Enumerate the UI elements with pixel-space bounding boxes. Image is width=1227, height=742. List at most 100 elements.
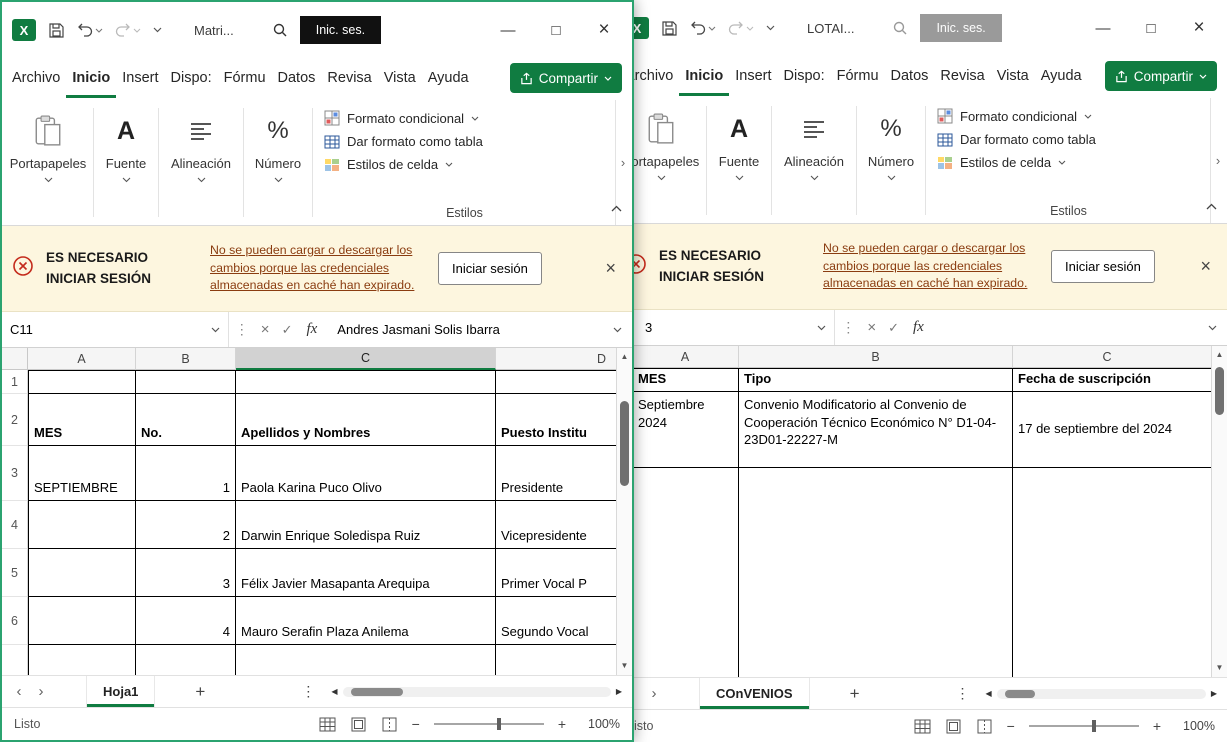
cell-styles-button[interactable]: Estilos de celda bbox=[937, 155, 1206, 170]
page-layout-view-icon[interactable] bbox=[350, 717, 367, 732]
ribbon-group-portapapeles[interactable]: Portapapeles bbox=[633, 98, 705, 223]
ribbon-group-numero[interactable]: % Número bbox=[245, 100, 311, 225]
sheet-next-icon[interactable]: › bbox=[643, 685, 665, 702]
collapse-ribbon-icon[interactable] bbox=[1206, 197, 1217, 215]
scrollbar-thumb[interactable] bbox=[1005, 690, 1035, 698]
sheet-tab-convenios[interactable]: COnVENIOS bbox=[699, 678, 810, 709]
cell[interactable] bbox=[136, 645, 236, 675]
cell[interactable] bbox=[496, 370, 616, 394]
cell[interactable]: 1 bbox=[136, 446, 236, 501]
sheet-menu-icon[interactable]: ⋮ bbox=[956, 685, 970, 702]
row-number[interactable]: 3 bbox=[2, 446, 28, 501]
sheet-prev-icon[interactable]: ‹ bbox=[633, 685, 643, 702]
undo-icon[interactable] bbox=[690, 21, 716, 35]
empty-rows[interactable] bbox=[633, 468, 1211, 677]
minimize-button[interactable]: — bbox=[490, 22, 526, 39]
column-header-a[interactable]: A bbox=[28, 348, 136, 370]
name-box[interactable]: C11 bbox=[2, 312, 229, 347]
column-header-b[interactable]: B bbox=[136, 348, 236, 370]
row-number[interactable]: 1 bbox=[2, 370, 28, 394]
row-number[interactable]: 4 bbox=[2, 501, 28, 549]
add-sheet-button[interactable]: + bbox=[850, 684, 860, 704]
close-button[interactable]: × bbox=[586, 19, 622, 41]
signin-badge[interactable]: Inic. ses. bbox=[920, 14, 1001, 42]
scroll-left-icon[interactable]: ◀ bbox=[986, 689, 992, 698]
cell[interactable]: No. bbox=[136, 394, 236, 446]
formula-bar-handle[interactable]: ⋮ bbox=[229, 321, 255, 338]
insert-function-icon[interactable]: fx bbox=[905, 319, 932, 336]
cell[interactable] bbox=[28, 370, 136, 394]
conditional-formatting-button[interactable]: Formato condicional bbox=[937, 108, 1206, 124]
name-box[interactable]: 3 bbox=[633, 310, 835, 345]
zoom-slider-thumb[interactable] bbox=[1092, 720, 1096, 732]
column-header-d[interactable]: D bbox=[496, 348, 616, 370]
tab-datos[interactable]: Datos bbox=[885, 56, 935, 96]
horizontal-scrollbar[interactable]: ◀ ▶ bbox=[986, 689, 1221, 699]
minimize-button[interactable]: — bbox=[1085, 20, 1121, 37]
add-sheet-button[interactable]: + bbox=[195, 682, 205, 702]
share-button[interactable]: Compartir bbox=[510, 63, 622, 93]
signin-badge[interactable]: Inic. ses. bbox=[300, 16, 381, 44]
share-button[interactable]: Compartir bbox=[1105, 61, 1217, 91]
tab-inicio[interactable]: Inicio bbox=[679, 56, 729, 96]
warning-detail-link[interactable]: No se pueden cargar o descargar los camb… bbox=[210, 242, 416, 295]
iniciar-sesion-button[interactable]: Iniciar sesión bbox=[1051, 250, 1155, 283]
ribbon-group-alineacion[interactable]: Alineación bbox=[773, 98, 855, 223]
zoom-in-button[interactable]: + bbox=[558, 716, 566, 732]
cell[interactable] bbox=[28, 645, 136, 675]
page-layout-view-icon[interactable] bbox=[945, 719, 962, 734]
cell[interactable]: Fecha de suscripción bbox=[1013, 368, 1211, 392]
zoom-out-button[interactable]: − bbox=[1007, 718, 1015, 734]
zoom-slider[interactable] bbox=[434, 723, 544, 725]
enter-icon[interactable]: ✓ bbox=[276, 322, 299, 338]
ribbon-group-fuente[interactable]: A Fuente bbox=[708, 98, 770, 223]
cell[interactable]: Mauro Serafin Plaza Anilema bbox=[236, 597, 496, 645]
vertical-scrollbar[interactable]: ▲ ▼ bbox=[1211, 346, 1227, 677]
column-header-b[interactable]: B bbox=[739, 346, 1013, 368]
formula-expand-icon[interactable] bbox=[1198, 325, 1227, 331]
cell[interactable]: Segundo Vocal bbox=[496, 597, 616, 645]
cell[interactable]: Septiembre 2024 bbox=[633, 392, 739, 468]
scroll-down-icon[interactable]: ▼ bbox=[1216, 662, 1224, 674]
cell[interactable]: 2 bbox=[136, 501, 236, 549]
tab-formulas[interactable]: Fórmu bbox=[831, 56, 885, 96]
tab-disposicion[interactable]: Dispo: bbox=[165, 58, 218, 98]
search-icon[interactable] bbox=[892, 20, 908, 36]
cancel-icon[interactable]: × bbox=[861, 319, 882, 336]
redo-icon[interactable] bbox=[115, 23, 141, 37]
cell[interactable]: Primer Vocal P bbox=[496, 549, 616, 597]
row-number[interactable]: 6 bbox=[2, 597, 28, 645]
normal-view-icon[interactable] bbox=[319, 717, 336, 732]
excel-logo-icon[interactable]: X bbox=[12, 19, 36, 41]
row-number[interactable]: 2 bbox=[2, 394, 28, 446]
ribbon-group-alineacion[interactable]: Alineación bbox=[160, 100, 242, 225]
excel-logo-icon[interactable]: X bbox=[633, 17, 649, 39]
zoom-level[interactable]: 100% bbox=[580, 717, 620, 731]
tab-insertar[interactable]: Insert bbox=[116, 58, 164, 98]
zoom-out-button[interactable]: − bbox=[412, 716, 420, 732]
ribbon-group-fuente[interactable]: A Fuente bbox=[95, 100, 157, 225]
cell[interactable]: Presidente bbox=[496, 446, 616, 501]
maximize-button[interactable]: □ bbox=[538, 22, 574, 39]
cell[interactable]: 17 de septiembre del 2024 bbox=[1013, 392, 1211, 468]
cell[interactable] bbox=[236, 645, 496, 675]
tab-inicio[interactable]: Inicio bbox=[66, 58, 116, 98]
cell[interactable]: 4 bbox=[136, 597, 236, 645]
zoom-slider-thumb[interactable] bbox=[497, 718, 501, 730]
column-header-a[interactable]: A bbox=[633, 346, 739, 368]
horizontal-scrollbar[interactable]: ◀ ▶ bbox=[331, 687, 626, 697]
enter-icon[interactable]: ✓ bbox=[882, 320, 905, 336]
format-as-table-button[interactable]: Dar formato como tabla bbox=[937, 132, 1206, 147]
cell[interactable]: SEPTIEMBRE bbox=[28, 446, 136, 501]
scroll-right-icon[interactable]: ▶ bbox=[1211, 689, 1217, 698]
sheet-prev-icon[interactable]: ‹ bbox=[8, 683, 30, 700]
cell[interactable]: Convenio Modificatorio al Convenio de Co… bbox=[739, 392, 1013, 468]
qat-customize-chevron-icon[interactable] bbox=[766, 25, 775, 31]
column-header-c[interactable]: C bbox=[236, 348, 496, 370]
tab-revisar[interactable]: Revisa bbox=[321, 58, 377, 98]
cell[interactable]: Apellidos y Nombres bbox=[236, 394, 496, 446]
tab-archivo[interactable]: Archivo bbox=[633, 56, 679, 96]
cell-styles-button[interactable]: Estilos de celda bbox=[324, 157, 611, 172]
cell[interactable]: Tipo bbox=[739, 368, 1013, 392]
tab-revisar[interactable]: Revisa bbox=[934, 56, 990, 96]
